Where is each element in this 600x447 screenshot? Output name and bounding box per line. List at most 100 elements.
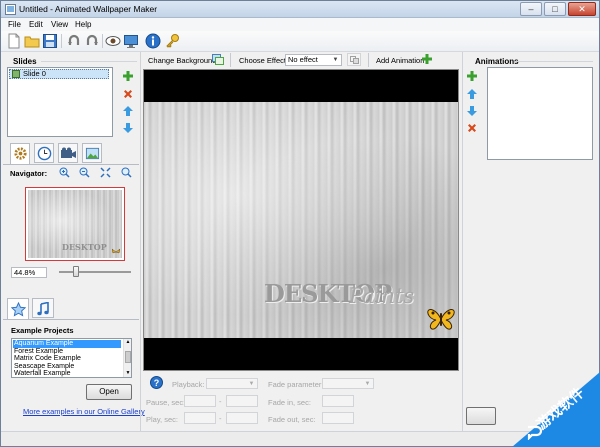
slides-title: Slides	[11, 57, 39, 66]
export-wallpaper-icon[interactable]	[123, 33, 139, 49]
partial-button[interactable]	[466, 407, 496, 425]
help-question-icon[interactable]: ?	[150, 376, 163, 389]
zoom-in-icon[interactable]	[59, 167, 70, 178]
info-icon[interactable]	[145, 33, 161, 49]
online-gallery-link[interactable]: More examples in our Online Gallery	[23, 407, 145, 416]
effect-select[interactable]: No effect ▼	[285, 54, 342, 66]
animation-move-down-arrow-icon[interactable]	[466, 105, 478, 117]
window-title: Untitled - Animated Wallpaper Maker	[19, 4, 158, 14]
tabs-baseline	[3, 319, 139, 320]
slide-icon	[12, 70, 20, 78]
wallpaper-preview-canvas[interactable]: DESKTOP Paints	[143, 69, 459, 371]
play-max-field[interactable]	[226, 412, 258, 424]
tab-music[interactable]	[32, 298, 54, 318]
animation-move-up-arrow-icon[interactable]	[466, 88, 478, 100]
zoom-slider-track[interactable]	[59, 271, 131, 273]
undo-icon[interactable]	[66, 33, 82, 49]
new-file-icon[interactable]	[6, 33, 22, 49]
fade-in-label: Fade in, sec:	[268, 398, 311, 407]
preview-eye-icon[interactable]	[105, 33, 121, 49]
delete-animation-x-icon[interactable]	[466, 122, 478, 134]
effect-settings-button[interactable]	[347, 53, 361, 66]
save-icon[interactable]	[42, 33, 58, 49]
actual-size-icon[interactable]	[121, 167, 132, 178]
open-example-button[interactable]: Open	[86, 384, 132, 400]
move-down-arrow-icon[interactable]	[122, 122, 134, 134]
pause-max-field[interactable]	[226, 395, 258, 407]
svg-text:?: ?	[154, 378, 160, 388]
slides-list[interactable]: Slide 0	[7, 67, 113, 137]
pause-label: Pause, sec:	[146, 398, 186, 407]
example-item[interactable]: Waterfall Example	[13, 370, 121, 378]
menu-file[interactable]: File	[8, 20, 21, 29]
fade-parameter-label: Fade parameter:	[268, 380, 324, 389]
chevron-down-icon: ▼	[364, 381, 371, 387]
add-animation-item-plus-icon[interactable]	[466, 70, 478, 82]
preview-brand-script: Paints	[349, 284, 415, 308]
tab-camera[interactable]	[58, 143, 78, 163]
menu-edit[interactable]: Edit	[29, 20, 43, 29]
zoom-slider-thumb[interactable]	[73, 266, 79, 277]
playback-select[interactable]: ▼	[206, 378, 258, 389]
status-bar	[1, 431, 599, 446]
slide-item[interactable]: Slide 0	[9, 69, 109, 79]
title-bar[interactable]: Untitled - Animated Wallpaper Maker – □ …	[1, 1, 599, 18]
move-up-arrow-icon[interactable]	[122, 105, 134, 117]
tab-properties[interactable]	[10, 143, 30, 165]
toolbar-separator	[102, 34, 103, 48]
add-slide-plus-icon[interactable]	[122, 70, 134, 82]
separator	[230, 53, 231, 67]
close-button[interactable]: ✕	[568, 2, 596, 16]
app-window: Untitled - Animated Wallpaper Maker – □ …	[0, 0, 600, 447]
divider	[41, 61, 137, 62]
thumbnail-brand: DESKTOP	[62, 242, 107, 252]
clock-icon	[37, 146, 52, 161]
tab-timing[interactable]	[34, 143, 54, 163]
menu-view[interactable]: View	[51, 20, 68, 29]
background-image[interactable]: DESKTOP Paints	[144, 102, 458, 338]
change-background-label[interactable]: Change Background	[148, 56, 216, 65]
change-background-icon[interactable]	[212, 53, 224, 65]
tab-examples[interactable]	[7, 298, 29, 320]
add-animation-plus-icon[interactable]	[421, 53, 433, 65]
fade-out-field[interactable]	[322, 412, 354, 424]
camera-icon	[61, 147, 76, 158]
choose-effect-label: Choose Effect:	[239, 56, 289, 65]
butterfly-icon	[112, 248, 120, 254]
tabs-baseline	[3, 164, 139, 165]
zoom-level-field[interactable]: 44.8%	[11, 267, 47, 278]
star-icon	[11, 302, 26, 317]
examples-scrollbar[interactable]: ▲ ▼	[123, 339, 131, 377]
zoom-out-icon[interactable]	[79, 167, 90, 178]
scroll-up-icon[interactable]: ▲	[125, 340, 131, 345]
key-icon[interactable]	[164, 33, 180, 49]
navigator-thumbnail[interactable]: DESKTOP	[25, 187, 125, 261]
fade-parameter-select[interactable]: ▼	[322, 378, 374, 389]
scroll-down-icon[interactable]: ▼	[125, 371, 131, 376]
scroll-thumb[interactable]	[125, 351, 131, 363]
menu-help[interactable]: Help	[75, 20, 91, 29]
range-dash: -	[219, 397, 222, 406]
minimize-button[interactable]: –	[520, 2, 542, 16]
open-folder-icon[interactable]	[24, 33, 40, 49]
examples-list[interactable]: Aquarium Example Forest Example Matrix C…	[11, 338, 132, 378]
delete-slide-x-icon[interactable]	[122, 88, 134, 100]
effect-value: No effect	[288, 55, 318, 64]
tab-image[interactable]	[82, 143, 102, 163]
pause-min-field[interactable]	[184, 395, 216, 407]
maximize-button[interactable]: □	[544, 2, 566, 16]
chevron-down-icon: ▼	[332, 57, 339, 63]
divider	[515, 61, 593, 62]
fade-in-field[interactable]	[322, 395, 354, 407]
chevron-down-icon: ▼	[248, 381, 255, 387]
fit-to-window-icon[interactable]	[100, 167, 111, 178]
examples-title: Example Projects	[11, 326, 74, 335]
redo-icon[interactable]	[84, 33, 100, 49]
play-min-field[interactable]	[184, 412, 216, 424]
menu-bar: File Edit View Help	[1, 18, 599, 31]
animations-list[interactable]	[487, 67, 593, 160]
butterfly-icon[interactable]	[427, 307, 455, 331]
add-animation-label[interactable]: Add Animation	[376, 56, 424, 65]
play-label: Play, sec:	[146, 415, 178, 424]
app-icon	[5, 4, 16, 15]
